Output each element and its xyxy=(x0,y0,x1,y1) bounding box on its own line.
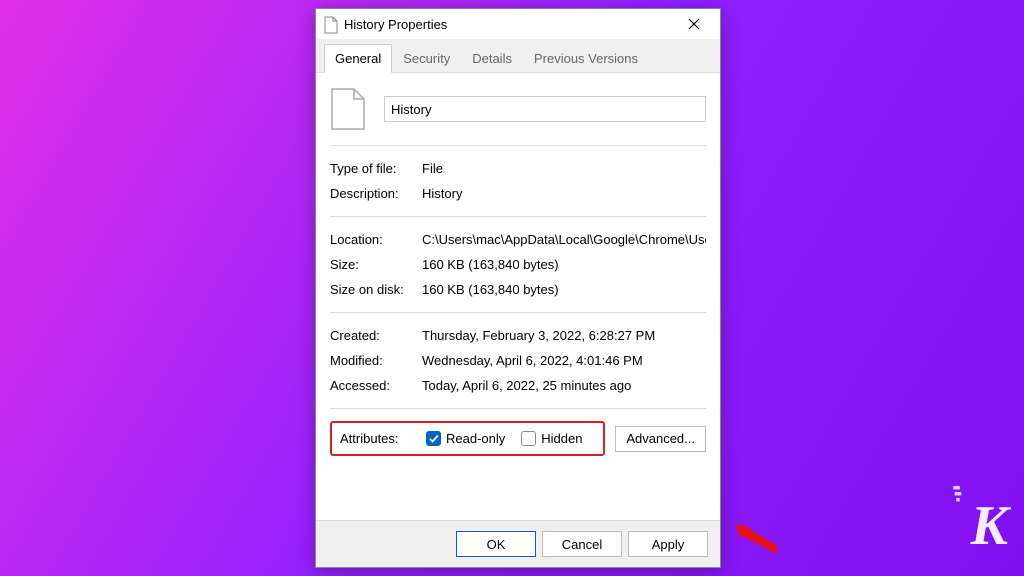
tab-content: Type of file: File Description: History … xyxy=(316,73,720,472)
size-label: Size: xyxy=(330,257,422,272)
basic-section: Type of file: File Description: History xyxy=(330,146,706,217)
attributes-highlight-box: Attributes: Read-only Hidden xyxy=(330,421,605,456)
checkbox-checked-icon xyxy=(426,431,441,446)
dialog-footer: OK Cancel Apply xyxy=(316,520,720,567)
location-value: C:\Users\mac\AppData\Local\Google\Chrome… xyxy=(422,232,706,247)
modified-value: Wednesday, April 6, 2022, 4:01:46 PM xyxy=(422,353,706,368)
created-value: Thursday, February 3, 2022, 6:28:27 PM xyxy=(422,328,706,343)
titlebar: History Properties xyxy=(316,9,720,39)
size-on-disk-row: Size on disk: 160 KB (163,840 bytes) xyxy=(330,277,706,302)
cancel-button[interactable]: Cancel xyxy=(542,531,622,557)
size-value: 160 KB (163,840 bytes) xyxy=(422,257,706,272)
close-button[interactable] xyxy=(672,10,716,38)
description-label: Description: xyxy=(330,186,422,201)
annotation-arrow-icon xyxy=(735,523,777,556)
tab-previous-versions[interactable]: Previous Versions xyxy=(523,44,649,73)
tabs-bar: General Security Details Previous Versio… xyxy=(316,39,720,73)
watermark-dots-icon: ▪▪ ▪▪ ▪ xyxy=(953,486,960,504)
attributes-label: Attributes: xyxy=(340,431,418,446)
type-value: File xyxy=(422,161,706,176)
advanced-button[interactable]: Advanced... xyxy=(615,426,706,452)
accessed-value: Today, April 6, 2022, 25 minutes ago xyxy=(422,378,706,393)
watermark-letter: K xyxy=(971,495,1006,557)
description-value: History xyxy=(422,186,706,201)
description-row: Description: History xyxy=(330,181,706,206)
checkbox-unchecked-icon xyxy=(521,431,536,446)
close-icon xyxy=(688,18,700,30)
size-on-disk-label: Size on disk: xyxy=(330,282,422,297)
type-label: Type of file: xyxy=(330,161,422,176)
properties-dialog: History Properties General Security Deta… xyxy=(315,8,721,568)
file-icon xyxy=(324,16,338,32)
location-label: Location: xyxy=(330,232,422,247)
hidden-checkbox[interactable]: Hidden xyxy=(521,431,582,446)
hidden-label: Hidden xyxy=(541,431,582,446)
accessed-row: Accessed: Today, April 6, 2022, 25 minut… xyxy=(330,373,706,398)
tab-general[interactable]: General xyxy=(324,44,392,73)
type-row: Type of file: File xyxy=(330,156,706,181)
readonly-label: Read-only xyxy=(446,431,505,446)
dates-section: Created: Thursday, February 3, 2022, 6:2… xyxy=(330,313,706,409)
modified-row: Modified: Wednesday, April 6, 2022, 4:01… xyxy=(330,348,706,373)
attribute-checkboxes: Read-only Hidden xyxy=(426,431,582,446)
created-label: Created: xyxy=(330,328,422,343)
tab-security[interactable]: Security xyxy=(392,44,461,73)
attributes-section: Attributes: Read-only Hidden Advanced... xyxy=(330,409,706,460)
location-section: Location: C:\Users\mac\AppData\Local\Goo… xyxy=(330,217,706,313)
filename-input[interactable] xyxy=(384,96,706,122)
dialog-title: History Properties xyxy=(344,17,672,32)
watermark-logo: ▪▪ ▪▪ ▪ K xyxy=(971,494,1006,558)
ok-button[interactable]: OK xyxy=(456,531,536,557)
location-row: Location: C:\Users\mac\AppData\Local\Goo… xyxy=(330,227,706,252)
file-icon-large xyxy=(330,87,366,131)
file-header xyxy=(330,87,706,146)
created-row: Created: Thursday, February 3, 2022, 6:2… xyxy=(330,323,706,348)
size-on-disk-value: 160 KB (163,840 bytes) xyxy=(422,282,706,297)
readonly-checkbox[interactable]: Read-only xyxy=(426,431,505,446)
size-row: Size: 160 KB (163,840 bytes) xyxy=(330,252,706,277)
accessed-label: Accessed: xyxy=(330,378,422,393)
modified-label: Modified: xyxy=(330,353,422,368)
tab-details[interactable]: Details xyxy=(461,44,523,73)
apply-button[interactable]: Apply xyxy=(628,531,708,557)
